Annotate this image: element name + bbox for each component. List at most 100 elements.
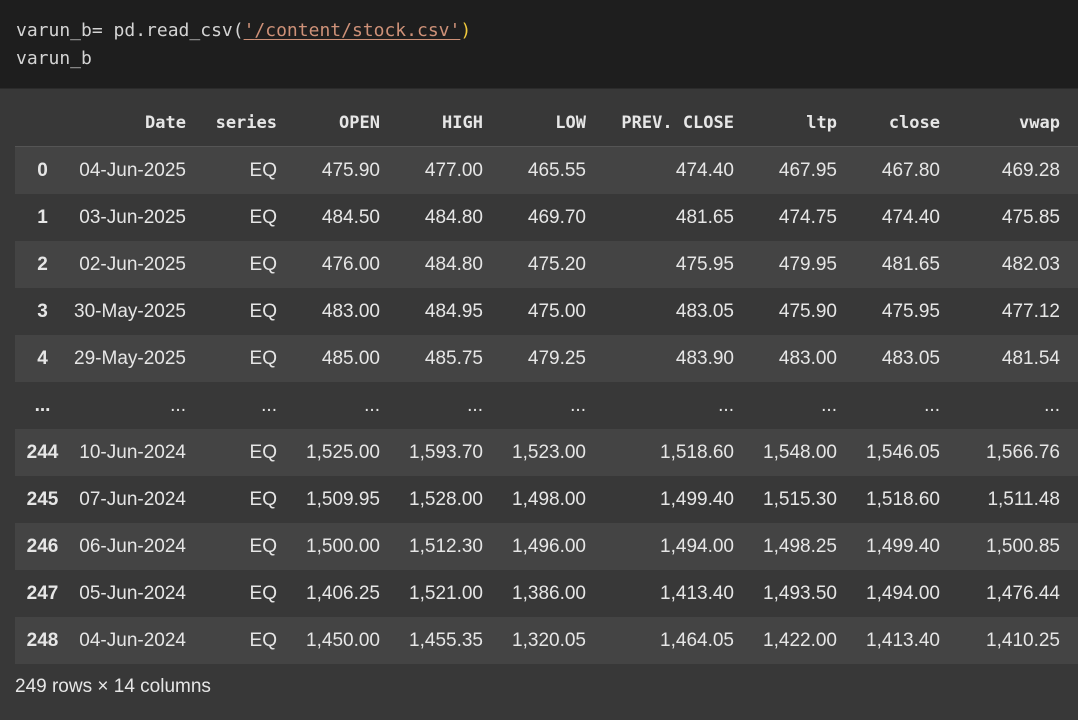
row-index: ... [34,394,51,416]
table-cell: 1,494.00 [866,582,940,604]
dataframe-shape-summary: 249 rows × 14 columns [15,676,211,697]
table-row: 248 04-Jun-2024 EQ 1,450.00 1,455.35 1,320.05… [15,617,1078,664]
table-cell: 1,500.85 [986,535,1060,557]
table-cell: 1,512.30 [409,535,483,557]
table-cell: 1,528.00 [409,488,483,510]
table-cell: EQ [249,347,277,369]
table-cell: 475.20 [527,253,586,275]
table-cell: ... [1044,394,1060,416]
table-cell: 1,455.35 [409,629,483,651]
column-header: HIGH [398,100,501,147]
row-index: 246 [26,535,59,557]
table-cell: 474.40 [881,206,940,228]
table-cell: 1,518.60 [866,488,940,510]
column-header: LOW [501,100,604,147]
table-cell: 475.90 [321,159,380,181]
column-header: close [855,100,958,147]
code-line-1: varun_b= pd.read_csv('/content/stock.csv… [16,20,471,42]
table-cell: 467.80 [881,159,940,181]
table-cell: 483.05 [675,300,734,322]
table-cell: 29-May-2025 [74,347,186,369]
index-header [15,100,70,147]
row-index: 245 [26,488,59,510]
table-cell: 481.65 [881,253,940,275]
table-cell: 477.00 [424,159,483,181]
row-index: 247 [26,582,59,604]
table-row: 246 06-Jun-2024 EQ 1,500.00 1,512.30 1,496.00… [15,523,1078,570]
table-cell: 1,499.40 [660,488,734,510]
table-body: 0 04-Jun-2025 EQ 475.90 477.00 465.55 474.40 46… [15,146,1078,664]
table-cell: 10-Jun-2024 [79,441,186,463]
table-cell: 1,566.76 [986,441,1060,463]
string-open-quote: ' [243,20,255,41]
table-cell: EQ [249,300,277,322]
table-cell: 1,498.00 [512,488,586,510]
row-index: 244 [26,441,59,463]
table-cell: 469.70 [527,206,586,228]
table-row: 245 07-Jun-2024 EQ 1,509.95 1,528.00 1,498.00… [15,476,1078,523]
table-cell: 481.65 [675,206,734,228]
table-cell: ... [924,394,940,416]
table-cell: 485.00 [321,347,380,369]
table-row: 3 30-May-2025 EQ 483.00 484.95 475.00 483.05 47… [15,288,1078,335]
table-cell: 1,476.44 [986,582,1060,604]
table-cell: 30-May-2025 [74,300,186,322]
column-header: OPEN [295,100,398,147]
table-cell: 05-Jun-2024 [79,582,186,604]
table-cell: 1,413.40 [660,582,734,604]
table-cell: 1,450.00 [306,629,380,651]
table-header-row: Date series OPEN HIGH LOW PREV. CLOSE ltp close… [15,100,1078,147]
table-cell: 475.85 [1001,206,1060,228]
code-cell[interactable]: varun_b= pd.read_csv('/content/stock.csv… [0,0,1078,89]
table-cell: EQ [249,253,277,275]
table-cell: 1,320.05 [512,629,586,651]
table-cell: 1,410.25 [986,629,1060,651]
table-cell: 474.75 [778,206,837,228]
table-cell: 1,509.95 [306,488,380,510]
column-header: PREV. CLOSE [604,100,752,147]
table-cell: 475.00 [527,300,586,322]
table-row: 0 04-Jun-2025 EQ 475.90 477.00 465.55 474.40 46… [15,146,1078,194]
table-row: 2 02-Jun-2025 EQ 476.00 484.80 475.20 475.95 47… [15,241,1078,288]
column-header: vwap [958,100,1078,147]
row-index: 248 [26,629,59,651]
table-cell: 1,498.25 [763,535,837,557]
row-index: 4 [37,347,48,369]
code-line-2: varun_b [16,48,92,69]
table-cell: 02-Jun-2025 [79,253,186,275]
table-cell: 06-Jun-2024 [79,535,186,557]
dataframe-table: Date series OPEN HIGH LOW PREV. CLOSE ltp close… [15,100,1078,664]
table-cell: 479.25 [527,347,586,369]
table-cell: 475.95 [675,253,734,275]
table-cell: 475.90 [778,300,837,322]
code-text: varun_b= pd.read_csv( [16,20,244,41]
table-cell: 1,548.00 [763,441,837,463]
table-cell: 476.00 [321,253,380,275]
dataframe-output: Date series OPEN HIGH LOW PREV. CLOSE ltp close… [15,100,1078,664]
table-cell: 465.55 [527,159,586,181]
table-cell: ... [821,394,837,416]
table-cell: 1,413.40 [866,629,940,651]
table-cell: 1,499.40 [866,535,940,557]
table-cell: 484.95 [424,300,483,322]
row-index: 0 [37,159,48,181]
table-cell: 475.95 [881,300,940,322]
table-cell: 484.50 [321,206,380,228]
table-row: 244 10-Jun-2024 EQ 1,525.00 1,593.70 1,523.00… [15,429,1078,476]
table-cell: EQ [249,488,277,510]
table-cell: 1,493.50 [763,582,837,604]
table-row: 4 29-May-2025 EQ 485.00 485.75 479.25 483.90 48… [15,335,1078,382]
string-close-quote: ' [449,20,461,41]
row-index: 3 [37,300,48,322]
table-cell: 484.80 [424,253,483,275]
table-cell: EQ [249,159,277,181]
table-cell: 481.54 [1001,347,1060,369]
table-cell: 03-Jun-2025 [79,206,186,228]
table-cell: 07-Jun-2024 [79,488,186,510]
table-cell: 483.90 [675,347,734,369]
table-cell: 04-Jun-2025 [79,159,186,181]
table-cell: EQ [249,629,277,651]
table-cell: 1,525.00 [306,441,380,463]
table-cell: 485.75 [424,347,483,369]
table-cell: ... [467,394,483,416]
